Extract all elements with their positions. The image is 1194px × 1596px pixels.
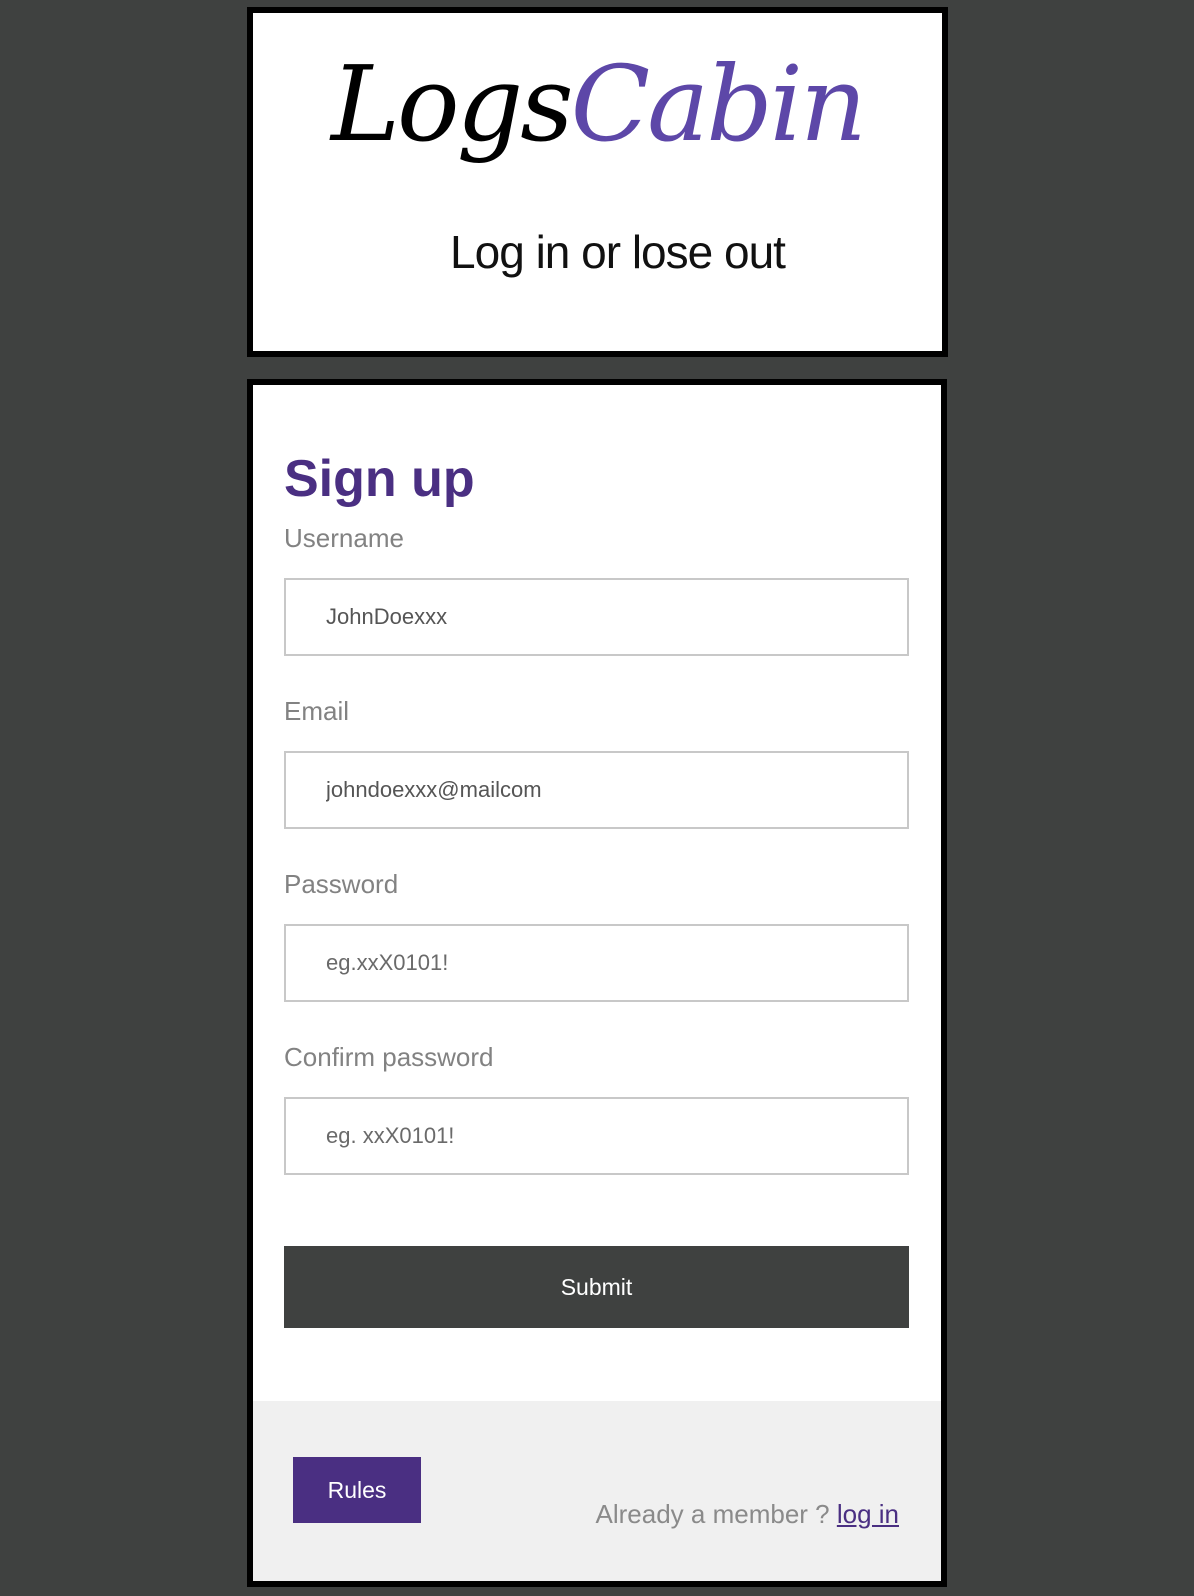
logo-banner: LogsCabin Log in or lose out (247, 7, 948, 357)
email-input[interactable] (284, 751, 909, 829)
username-label: Username (284, 523, 404, 553)
submit-button[interactable]: Submit (284, 1246, 909, 1328)
logo: LogsCabin (253, 47, 942, 161)
password-label: Password (284, 869, 399, 899)
already-member-label: Already a member ? (595, 1499, 837, 1529)
already-member-text: Already a member ? log in (596, 1499, 899, 1530)
logo-cabin-text: Cabin (570, 43, 867, 165)
page-title: Sign up (284, 450, 475, 508)
login-link[interactable]: log in (837, 1499, 899, 1529)
rules-button[interactable]: Rules (293, 1457, 421, 1523)
tagline: Log in or lose out (450, 226, 786, 278)
password-input[interactable] (284, 924, 909, 1002)
confirm-password-label: Confirm password (284, 1042, 494, 1072)
email-label: Email (284, 696, 350, 726)
form-footer: Rules Already a member ? log in (253, 1401, 941, 1581)
logo-logs-text: Logs (330, 43, 574, 165)
signup-card: Sign up Username Email Password Confirm … (247, 379, 947, 1587)
username-input[interactable] (284, 578, 909, 656)
confirm-password-input[interactable] (284, 1097, 909, 1175)
